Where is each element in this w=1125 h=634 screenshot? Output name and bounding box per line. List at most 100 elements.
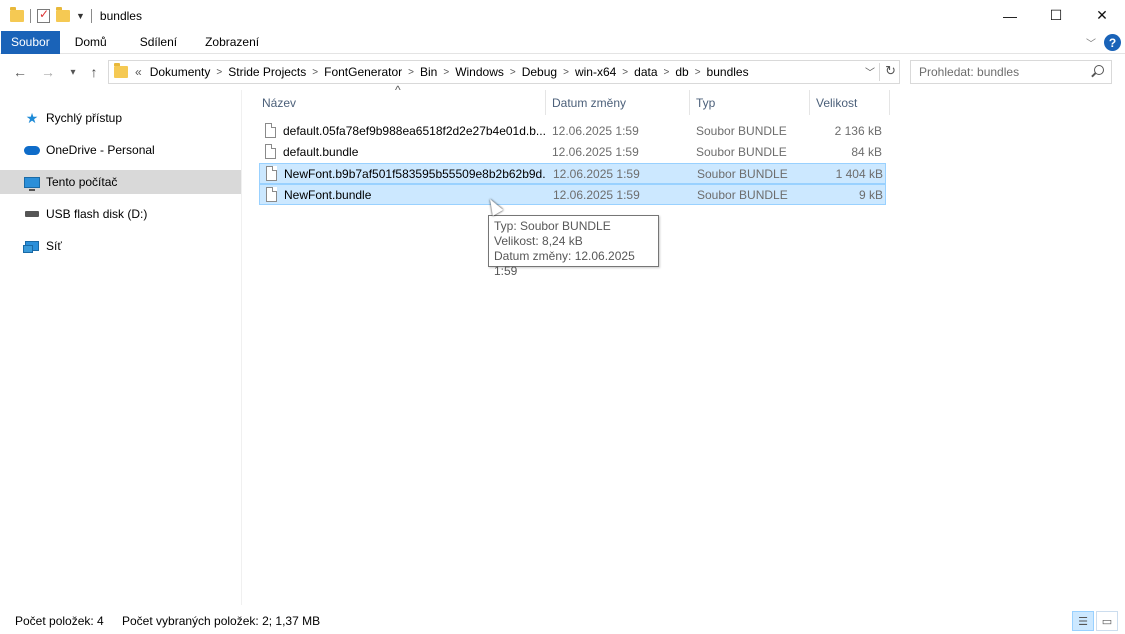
maximize-button[interactable]: ☐: [1033, 0, 1079, 31]
file-date: 12.06.2025 1:59: [552, 144, 639, 159]
chevron-right-icon[interactable]: >: [404, 67, 418, 78]
file-icon: [266, 166, 277, 181]
tooltip-type: Typ: Soubor BUNDLE: [494, 219, 611, 233]
toolbar-separator: [30, 8, 31, 23]
sidebar-item-label: Tento počítač: [46, 175, 118, 189]
breadcrumb-item[interactable]: Bin: [418, 65, 439, 79]
file-row[interactable]: default.05fa78ef9b988ea6518f2d2e27b4e01d…: [259, 121, 886, 142]
file-icon: [266, 187, 277, 202]
tab-home[interactable]: Domů: [64, 31, 118, 54]
sidebar-item-label: OneDrive - Personal: [46, 143, 155, 157]
column-resize-handle[interactable]: [889, 90, 890, 115]
sidebar-item-label: Síť: [46, 239, 62, 253]
sidebar-item-onedrive[interactable]: OneDrive - Personal: [0, 138, 241, 162]
ribbon-tabs: Soubor Domů Sdílení Zobrazení ﹀ ?: [0, 30, 1125, 54]
file-name: default.05fa78ef9b988ea6518f2d2e27b4e01d…: [283, 123, 545, 138]
divider: [879, 63, 880, 81]
breadcrumb-item[interactable]: db: [673, 65, 690, 79]
selected-count: Počet vybraných položek: 2; 1,37 MB: [122, 614, 321, 628]
large-icons-view-button[interactable]: ▭: [1096, 611, 1118, 631]
chevron-right-icon[interactable]: >: [439, 67, 453, 78]
file-info-tooltip: Typ: Soubor BUNDLE Velikost: 8,24 kB Dat…: [488, 215, 659, 278]
file-row-selected[interactable]: NewFont.b9b7af501f583595b55509e8b2b62b9d…: [259, 163, 886, 184]
chevron-right-icon[interactable]: >: [308, 67, 322, 78]
tab-file[interactable]: Soubor: [1, 30, 60, 54]
sidebar-item-this-pc[interactable]: Tento počítač: [0, 170, 241, 194]
breadcrumb-item[interactable]: Dokumenty: [148, 65, 213, 79]
chevron-right-icon[interactable]: >: [559, 67, 573, 78]
minimize-button[interactable]: —: [987, 0, 1033, 31]
onedrive-cloud-icon: [24, 143, 40, 157]
forward-button[interactable]: →: [38, 62, 58, 82]
up-button[interactable]: ↑: [84, 62, 104, 82]
breadcrumb: « Dokumenty > Stride Projects > FontGene…: [133, 65, 751, 79]
help-button[interactable]: ?: [1104, 34, 1121, 51]
file-type: Soubor BUNDLE: [696, 144, 787, 159]
search-placeholder: Prohledat: bundles: [919, 65, 1020, 79]
chevron-right-icon[interactable]: >: [660, 67, 674, 78]
quick-access-toolbar: ▼: [0, 0, 92, 31]
tab-view[interactable]: Zobrazení: [194, 31, 270, 54]
file-name: NewFont.b9b7af501f583595b55509e8b2b62b9d…: [284, 166, 546, 181]
search-icon[interactable]: [1094, 65, 1104, 75]
breadcrumb-item[interactable]: Stride Projects: [226, 65, 308, 79]
file-type: Soubor BUNDLE: [696, 123, 787, 138]
new-folder-icon[interactable]: [56, 6, 70, 22]
chevron-right-icon[interactable]: >: [212, 67, 226, 78]
chevron-right-icon[interactable]: >: [506, 67, 520, 78]
address-history-chevron-icon[interactable]: ﹀: [865, 64, 875, 79]
search-input[interactable]: Prohledat: bundles: [910, 60, 1112, 84]
sidebar-item-label: USB flash disk (D:): [46, 207, 148, 221]
column-header-size[interactable]: Velikost: [809, 90, 889, 115]
file-date: 12.06.2025 1:59: [552, 123, 639, 138]
breadcrumb-item[interactable]: data: [632, 65, 659, 79]
breadcrumb-item[interactable]: Windows: [453, 65, 506, 79]
usb-drive-icon: [24, 207, 40, 221]
refresh-icon[interactable]: ↻: [885, 63, 896, 79]
properties-icon[interactable]: [37, 7, 50, 23]
file-size: 84 kB: [851, 144, 882, 159]
chevron-right-icon[interactable]: >: [691, 67, 705, 78]
sidebar-item-network[interactable]: Síť: [0, 234, 241, 258]
details-view-button[interactable]: ☰: [1072, 611, 1094, 631]
file-row-selected[interactable]: NewFont.bundle 12.06.2025 1:59 Soubor BU…: [259, 184, 886, 205]
tooltip-size: Velikost: 8,24 kB: [494, 234, 583, 248]
sidebar-item-quick-access[interactable]: ★ Rychlý přístup: [0, 106, 241, 130]
address-bar[interactable]: « Dokumenty > Stride Projects > FontGene…: [108, 60, 900, 84]
file-type: Soubor BUNDLE: [697, 166, 788, 181]
sidebar-item-usb-drive[interactable]: USB flash disk (D:): [0, 202, 241, 226]
file-date: 12.06.2025 1:59: [553, 166, 640, 181]
file-date: 12.06.2025 1:59: [553, 187, 640, 202]
breadcrumb-item[interactable]: win-x64: [573, 65, 618, 79]
window-title: bundles: [99, 8, 142, 23]
title-bar: ▼ bundles — ☐ ✕: [0, 0, 1125, 31]
breadcrumb-item[interactable]: Debug: [520, 65, 559, 79]
recent-locations-button[interactable]: ▾: [63, 62, 83, 82]
folder-icon: [114, 63, 128, 78]
chevron-right-icon[interactable]: >: [618, 67, 632, 78]
expand-ribbon-chevron-icon[interactable]: ﹀: [1086, 35, 1096, 50]
file-size: 9 kB: [858, 187, 883, 202]
file-icon: [265, 144, 276, 159]
file-icon: [265, 123, 276, 138]
column-headers: ^ Název Datum změny Typ Velikost: [255, 83, 895, 115]
toolbar-separator: [90, 8, 92, 23]
sidebar-item-label: Rychlý přístup: [46, 111, 123, 125]
file-size: 2 136 kB: [834, 123, 882, 138]
status-bar: Počet položek: 4 Počet vybraných položek…: [0, 608, 1125, 634]
column-header-name[interactable]: Název: [255, 90, 545, 115]
column-header-date[interactable]: Datum změny: [545, 90, 689, 115]
breadcrumb-overflow[interactable]: «: [133, 65, 148, 79]
quick-access-star-icon: ★: [25, 109, 39, 126]
breadcrumb-item[interactable]: FontGenerator: [322, 65, 404, 79]
back-button[interactable]: ←: [10, 62, 30, 82]
navigation-pane: ★ Rychlý přístup OneDrive - Personal Ten…: [0, 90, 242, 605]
close-button[interactable]: ✕: [1079, 0, 1125, 31]
customize-toolbar-chevron-icon[interactable]: ▼: [76, 11, 85, 21]
tooltip-date: Datum změny: 12.06.2025 1:59: [494, 249, 635, 278]
column-header-type[interactable]: Typ: [689, 90, 809, 115]
breadcrumb-item-current[interactable]: bundles: [705, 65, 751, 79]
file-row[interactable]: default.bundle 12.06.2025 1:59 Soubor BU…: [259, 142, 886, 163]
item-count: Počet položek: 4: [15, 614, 104, 628]
tab-share[interactable]: Sdílení: [129, 31, 188, 54]
